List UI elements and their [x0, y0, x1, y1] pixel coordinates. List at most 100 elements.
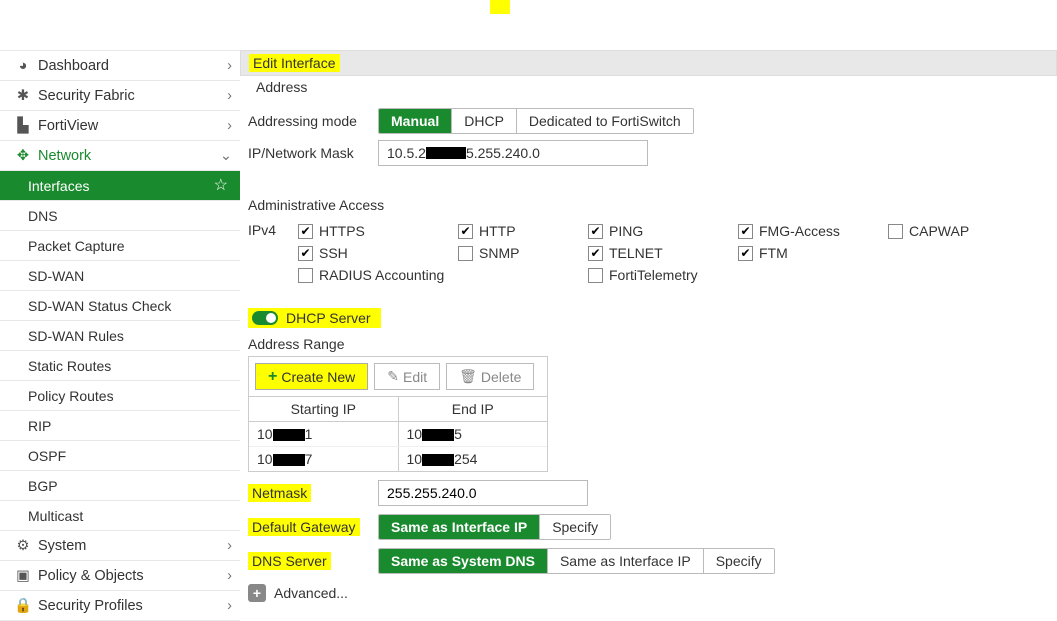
chk-ftm[interactable]: FTM [738, 242, 888, 264]
netmask-input[interactable] [378, 480, 588, 506]
mode-manual[interactable]: Manual [379, 109, 451, 133]
ip-mask-row: IP/Network Mask 10.5.25.255.240.0 [248, 140, 1049, 166]
advanced-toggle[interactable]: + Advanced... [248, 584, 1057, 602]
table-row[interactable]: 107 10254 [249, 446, 547, 471]
gateway-specify[interactable]: Specify [539, 515, 610, 539]
sidebar: ◕ Dashboard › ✱ Security Fabric › ▙ Fort… [0, 50, 240, 621]
checkbox-icon [888, 224, 903, 239]
plus-icon: + [268, 369, 277, 385]
chevron-right-icon: › [227, 568, 232, 584]
sidebar-label: Dashboard [38, 58, 227, 74]
sidebar-label: Security Fabric [38, 88, 227, 104]
netmask-label: Netmask [248, 484, 311, 502]
sidebar-item-network[interactable]: ✥ Network ⌄ [0, 141, 240, 171]
gateway-segments: Same as Interface IP Specify [378, 514, 611, 540]
chk-radius[interactable]: RADIUS Accounting [298, 264, 458, 286]
sidebar-item-dashboard[interactable]: ◕ Dashboard › [0, 51, 240, 81]
gateway-same[interactable]: Same as Interface IP [379, 515, 539, 539]
advanced-label: Advanced... [274, 585, 348, 601]
sidebar-sub-sdwan[interactable]: SD-WAN [0, 261, 240, 291]
redaction [422, 454, 454, 466]
delete-button[interactable]: 🗑 Delete [446, 363, 534, 390]
chart-icon: ▙ [14, 118, 32, 134]
sidebar-label: FortiView [38, 118, 227, 134]
sidebar-sub-bgp[interactable]: BGP [0, 471, 240, 501]
checkbox-icon [588, 246, 603, 261]
sidebar-sub-rip[interactable]: RIP [0, 411, 240, 441]
chk-fmg[interactable]: FMG-Access [738, 220, 888, 242]
chk-capwap[interactable]: CAPWAP [888, 220, 1008, 242]
sidebar-item-system[interactable]: ⚙ System › [0, 531, 240, 561]
gateway-row: Default Gateway Same as Interface IP Spe… [248, 514, 1057, 540]
mode-dhcp[interactable]: DHCP [451, 109, 516, 133]
sidebar-sub-interfaces[interactable]: Interfaces ☆ [0, 171, 240, 201]
top-highlight-marker [490, 0, 510, 14]
sidebar-sub-sdwan-status[interactable]: SD-WAN Status Check [0, 291, 240, 321]
star-icon[interactable]: ☆ [214, 178, 228, 194]
netmask-row: Netmask [248, 480, 1057, 506]
ip-mask-input[interactable]: 10.5.25.255.240.0 [378, 140, 648, 166]
sidebar-sub-packet-capture[interactable]: Packet Capture [0, 231, 240, 261]
sidebar-label: Interfaces [28, 178, 214, 194]
sidebar-label: Security Profiles [38, 598, 227, 614]
chevron-right-icon: › [227, 88, 232, 104]
addressing-mode-segments: Manual DHCP Dedicated to FortiSwitch [378, 108, 694, 134]
sidebar-sub-policy-routes[interactable]: Policy Routes [0, 381, 240, 411]
plus-square-icon: + [248, 584, 266, 602]
dhcp-toggle[interactable] [252, 311, 278, 325]
sidebar-item-security-profiles[interactable]: 🔒 Security Profiles › [0, 591, 240, 621]
dashboard-icon: ◕ [14, 58, 32, 74]
chk-http[interactable]: HTTP [458, 220, 588, 242]
edit-button[interactable]: ✎ Edit [374, 363, 440, 390]
dns-specify[interactable]: Specify [703, 549, 774, 573]
chk-ssh[interactable]: SSH [298, 242, 458, 264]
create-new-button[interactable]: + Create New [255, 363, 368, 390]
redaction [422, 429, 454, 441]
checkbox-icon [458, 224, 473, 239]
sidebar-sub-sdwan-rules[interactable]: SD-WAN Rules [0, 321, 240, 351]
dns-interface[interactable]: Same as Interface IP [547, 549, 703, 573]
chk-https[interactable]: HTTPS [298, 220, 458, 242]
dhcp-server-header: DHCP Server [248, 308, 1057, 328]
table-row[interactable]: 101 105 [249, 422, 547, 446]
sidebar-sub-static-routes[interactable]: Static Routes [0, 351, 240, 381]
address-range-table: + Create New ✎ Edit 🗑 Delete S [248, 356, 548, 472]
dns-system[interactable]: Same as System DNS [379, 549, 547, 573]
chk-ping[interactable]: PING [588, 220, 738, 242]
checkbox-icon [298, 246, 313, 261]
chevron-right-icon: › [227, 598, 232, 614]
checkbox-icon [588, 224, 603, 239]
sidebar-sub-dns[interactable]: DNS [0, 201, 240, 231]
admin-access-header: Administrative Access [248, 194, 1057, 216]
address-range-label: Address Range [248, 336, 1057, 352]
chk-snmp[interactable]: SNMP [458, 242, 588, 264]
address-section-header: Address [248, 76, 1057, 98]
sidebar-sub-multicast[interactable]: Multicast [0, 501, 240, 531]
chevron-right-icon: › [227, 538, 232, 554]
chevron-right-icon: › [227, 58, 232, 74]
sidebar-item-policy-objects[interactable]: ▣ Policy & Objects › [0, 561, 240, 591]
sidebar-item-fortiview[interactable]: ▙ FortiView › [0, 111, 240, 141]
sidebar-sub-ospf[interactable]: OSPF [0, 441, 240, 471]
checkbox-icon [738, 246, 753, 261]
gateway-label: Default Gateway [248, 518, 360, 536]
addressing-mode-label: Addressing mode [248, 113, 378, 129]
checkbox-icon [458, 246, 473, 261]
checkbox-icon [588, 268, 603, 283]
dns-label: DNS Server [248, 552, 331, 570]
redaction [273, 429, 305, 441]
chevron-right-icon: › [227, 118, 232, 134]
checkbox-icon [298, 224, 313, 239]
chk-fortitelemetry[interactable]: FortiTelemetry [588, 264, 738, 286]
table-header: Starting IP End IP [249, 397, 547, 422]
ip-mask-label: IP/Network Mask [248, 145, 378, 161]
dns-row: DNS Server Same as System DNS Same as In… [248, 548, 1057, 574]
pencil-icon: ✎ [387, 368, 399, 385]
chk-telnet[interactable]: TELNET [588, 242, 738, 264]
fabric-icon: ✱ [14, 88, 32, 104]
sidebar-item-security-fabric[interactable]: ✱ Security Fabric › [0, 81, 240, 111]
main-content: Edit Interface Address Addressing mode M… [240, 50, 1057, 621]
sidebar-label: Network [38, 148, 220, 164]
mode-fortiswitch[interactable]: Dedicated to FortiSwitch [516, 109, 693, 133]
page-title: Edit Interface [249, 54, 340, 72]
